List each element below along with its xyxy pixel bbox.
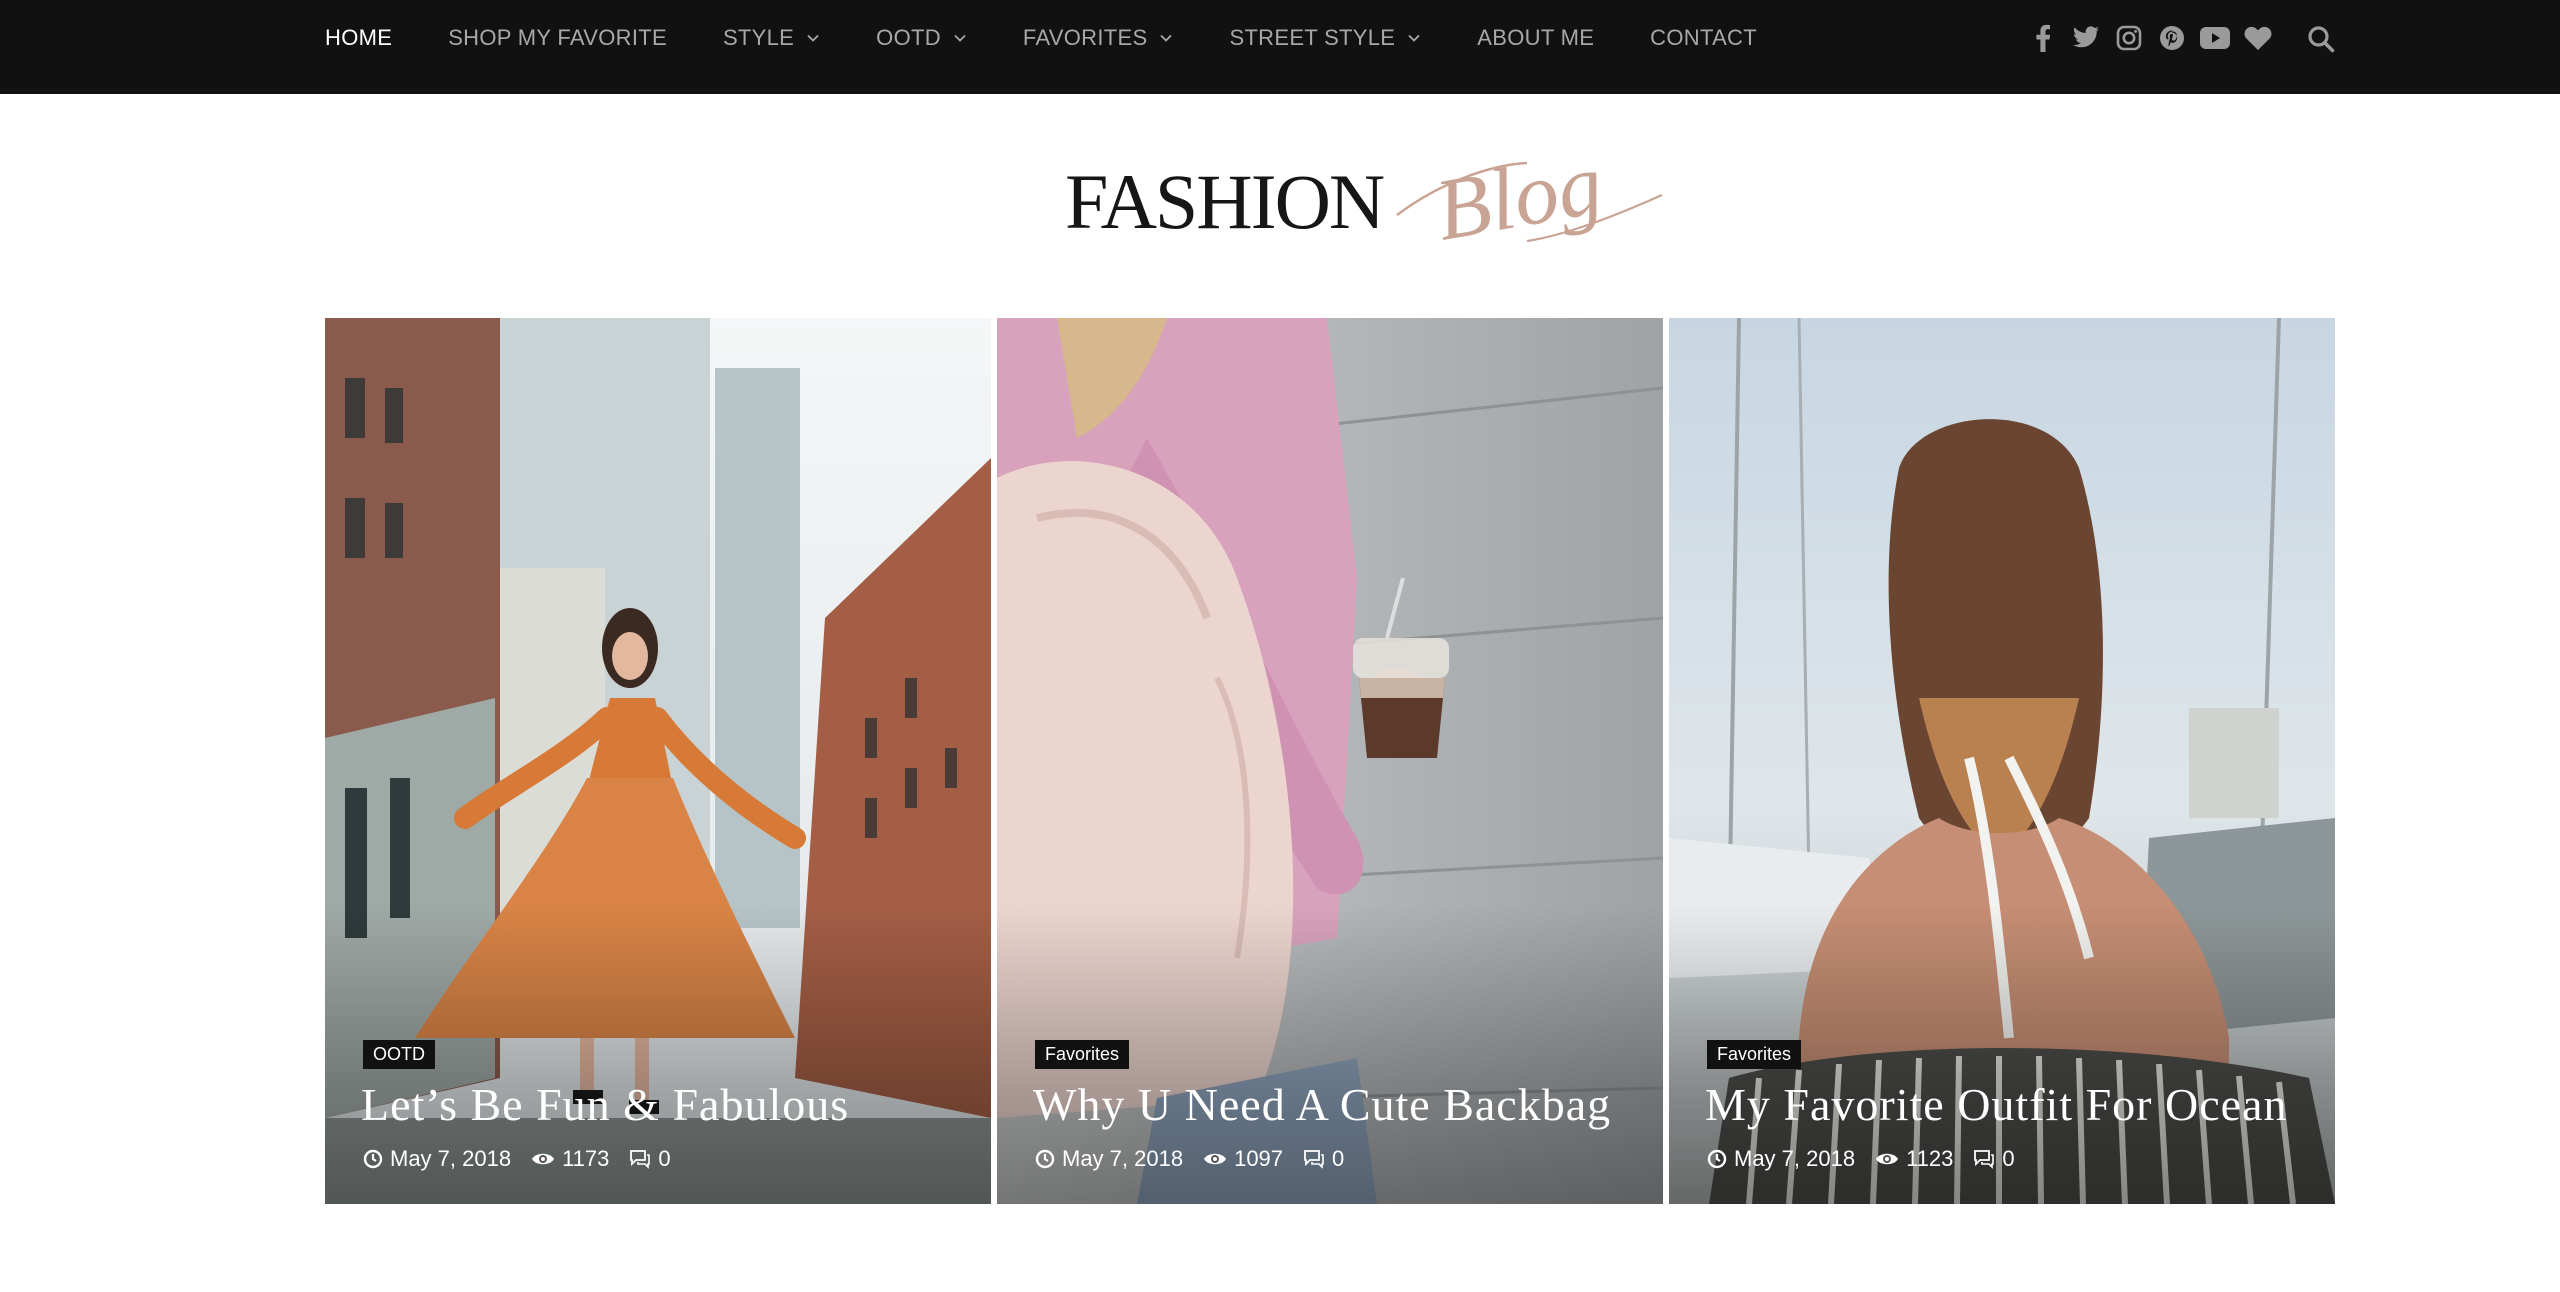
chevron-down-icon: [806, 31, 820, 45]
post-date: May 7, 2018: [363, 1146, 511, 1172]
twitter-icon[interactable]: [2071, 23, 2101, 53]
post-meta: May 7, 2018 1123 0: [1707, 1146, 2035, 1172]
post-comments-count: 0: [2002, 1146, 2015, 1171]
post-views: 1097: [1203, 1146, 1283, 1172]
nav-item-label: ABOUT ME: [1477, 25, 1595, 50]
youtube-icon[interactable]: [2200, 23, 2230, 53]
post-comments[interactable]: 0: [1973, 1146, 2015, 1172]
logo-script-text: Blog: [1429, 145, 1610, 260]
logo-script: Blog: [1396, 145, 1663, 260]
nav-item-street-style[interactable]: STREET STYLE: [1229, 25, 1421, 51]
post-date: May 7, 2018: [1707, 1146, 1855, 1172]
main-menu: HOME SHOP MY FAVORITE STYLE OOTD FAVORIT…: [325, 0, 1813, 76]
heart-icon[interactable]: [2243, 23, 2273, 53]
post-title[interactable]: Let’s Be Fun & Fabulous: [361, 1078, 849, 1131]
post-card[interactable]: OOTD Let’s Be Fun & Fabulous May 7, 2018…: [325, 318, 991, 1204]
instagram-icon[interactable]: [2114, 23, 2144, 53]
nav-item-favorites[interactable]: FAVORITES: [1023, 25, 1174, 51]
post-date-text: May 7, 2018: [390, 1146, 512, 1171]
clock-icon: [1707, 1149, 1727, 1169]
clock-icon: [1035, 1149, 1055, 1169]
nav-item-shop-my-favorite[interactable]: SHOP MY FAVORITE: [448, 25, 667, 51]
post-views-count: 1173: [562, 1146, 610, 1171]
clock-icon: [363, 1149, 383, 1169]
comment-icon: [1304, 1150, 1324, 1169]
nav-item-label: SHOP MY FAVORITE: [448, 25, 667, 50]
post-comments-count: 0: [658, 1146, 671, 1171]
nav-item-contact[interactable]: CONTACT: [1650, 25, 1757, 51]
site-logo[interactable]: FASHION Blog: [1065, 145, 1663, 275]
post-card[interactable]: Favorites Why U Need A Cute Backbag May …: [997, 318, 1663, 1204]
nav-item-label: STREET STYLE: [1229, 25, 1396, 50]
facebook-icon[interactable]: [2028, 23, 2058, 53]
chevron-down-icon: [1159, 31, 1173, 45]
nav-item-ootd[interactable]: OOTD: [876, 25, 967, 51]
featured-posts: OOTD Let’s Be Fun & Fabulous May 7, 2018…: [325, 318, 2335, 1204]
post-views: 1173: [531, 1146, 609, 1172]
post-comments-count: 0: [1332, 1146, 1345, 1171]
nav-item-home[interactable]: HOME: [325, 25, 392, 51]
post-views: 1123: [1875, 1146, 1953, 1172]
logo-wordmark: FASHION: [1065, 158, 1385, 245]
pinterest-icon[interactable]: [2157, 23, 2187, 53]
chevron-down-icon: [953, 31, 967, 45]
post-title[interactable]: Why U Need A Cute Backbag: [1033, 1078, 1611, 1131]
post-date-text: May 7, 2018: [1734, 1146, 1856, 1171]
post-meta: May 7, 2018 1173 0: [363, 1146, 691, 1172]
category-badge[interactable]: Favorites: [1707, 1040, 1802, 1069]
post-comments[interactable]: 0: [1303, 1146, 1344, 1172]
nav-item-label: FAVORITES: [1022, 25, 1148, 50]
nav-item-about-me[interactable]: ABOUT ME: [1477, 25, 1594, 51]
comment-icon: [1974, 1150, 1995, 1169]
social-links: [2028, 0, 2286, 76]
post-comments[interactable]: 0: [629, 1146, 671, 1172]
comment-icon: [630, 1150, 651, 1169]
search-icon[interactable]: [2306, 24, 2336, 54]
post-title[interactable]: My Favorite Outfit For Ocean: [1705, 1078, 2287, 1131]
post-meta: May 7, 2018 1097 0: [1035, 1146, 1364, 1172]
nav-item-label: STYLE: [722, 25, 795, 50]
eye-icon: [1876, 1153, 1899, 1165]
post-views-count: 1097: [1234, 1146, 1284, 1171]
category-badge[interactable]: Favorites: [1035, 1040, 1130, 1069]
nav-item-label: OOTD: [876, 25, 941, 50]
nav-item-label: HOME: [325, 25, 393, 50]
post-date: May 7, 2018: [1035, 1146, 1183, 1172]
chevron-down-icon: [1407, 31, 1421, 45]
post-card[interactable]: Favorites My Favorite Outfit For Ocean M…: [1669, 318, 2335, 1204]
nav-item-style[interactable]: STYLE: [723, 25, 820, 51]
top-navbar: HOME SHOP MY FAVORITE STYLE OOTD FAVORIT…: [0, 0, 2560, 94]
nav-item-label: CONTACT: [1650, 25, 1757, 50]
post-views-count: 1123: [1906, 1146, 1954, 1171]
eye-icon: [532, 1153, 555, 1165]
eye-icon: [1204, 1153, 1227, 1165]
category-badge[interactable]: OOTD: [363, 1040, 435, 1069]
post-date-text: May 7, 2018: [1062, 1146, 1184, 1171]
